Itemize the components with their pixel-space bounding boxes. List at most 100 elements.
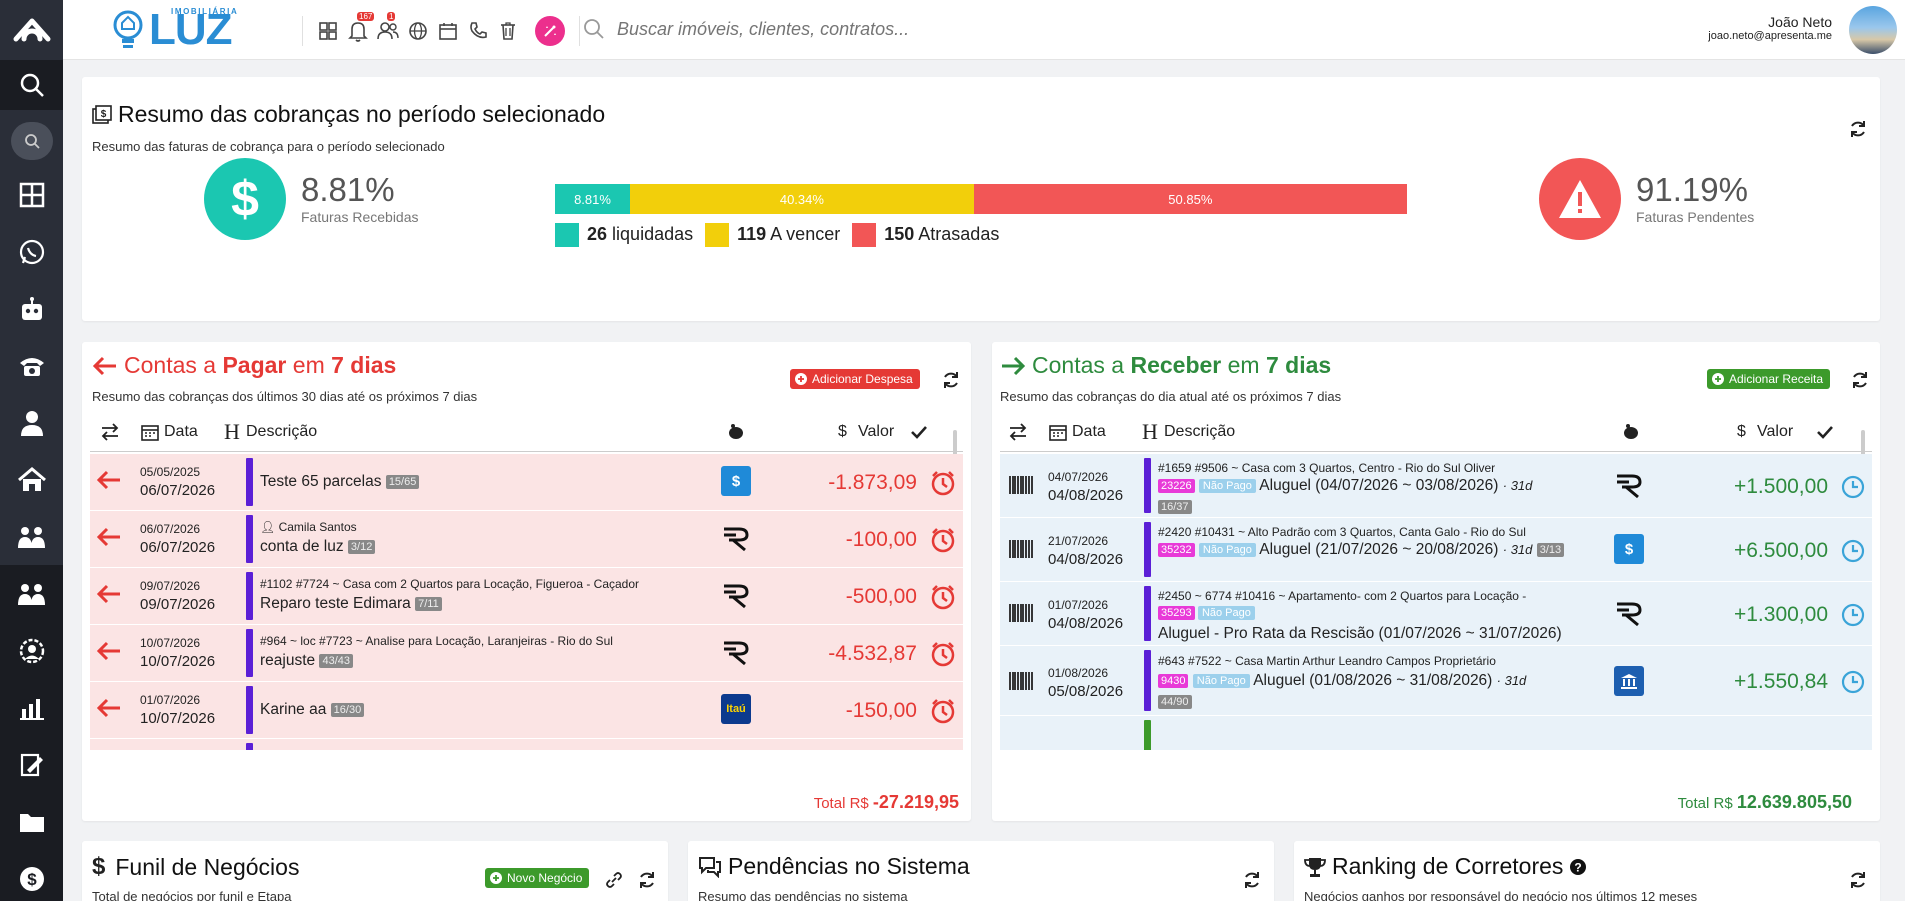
search-icon (24, 134, 40, 149)
refresh-icon[interactable] (1242, 870, 1262, 890)
issue-date: 04/07/2026 (1048, 470, 1109, 484)
category-bar (246, 743, 253, 750)
pagar-rows: 05/05/2025 06/07/2026 Teste 65 parcelas … (90, 454, 963, 750)
due-date: 10/07/2026 (140, 710, 216, 727)
due-date: 10/07/2026 (140, 653, 216, 670)
add-expense-button[interactable]: Adicionar Despesa (790, 369, 920, 389)
table-row[interactable]: 01/08/2026 05/08/2026 #643 #7522 ~ Casa … (1000, 646, 1872, 716)
table-row[interactable] (90, 739, 963, 750)
search-icon[interactable] (0, 60, 63, 110)
add-income-button[interactable]: Adicionar Receita (1707, 369, 1831, 389)
search-input[interactable] (617, 18, 977, 40)
refresh-icon[interactable] (1850, 370, 1870, 390)
table-row[interactable]: 01/07/2026 10/07/2026 Karine aa 16/30 It… (90, 682, 963, 739)
phone-icon[interactable] (0, 337, 63, 394)
contract-icon[interactable] (0, 736, 63, 793)
status-tags: 35293 Não Pago (1158, 605, 1255, 620)
table-row[interactable]: 10/07/2026 10/07/2026 #964 ~ loc #7723 ~… (90, 625, 963, 682)
dollar-circle-icon[interactable]: $ (0, 850, 63, 901)
clock-pending-icon[interactable] (1840, 538, 1866, 564)
due-date: 05/08/2026 (1048, 683, 1124, 700)
trash-icon[interactable] (497, 19, 519, 43)
sidebar: $ (0, 0, 63, 901)
category-bar (246, 572, 253, 620)
user-tie-icon[interactable] (0, 394, 63, 451)
due-date: 06/07/2026 (140, 482, 216, 499)
divider (302, 16, 303, 46)
clock-pending-icon[interactable] (1840, 669, 1866, 695)
r-logo-icon (724, 527, 749, 552)
grid-icon[interactable] (317, 19, 339, 43)
heading-icon: H (1142, 418, 1158, 444)
new-deal-button[interactable]: Novo Negócio (485, 868, 590, 888)
help-icon[interactable]: ? (1569, 858, 1587, 876)
table-row[interactable]: 09/07/2026 09/07/2026 #1102 #7724 ~ Casa… (90, 568, 963, 625)
col-valor: Valor (1757, 422, 1794, 440)
phone-icon[interactable] (467, 19, 489, 43)
users-icon[interactable] (0, 508, 63, 565)
issue-date: 21/07/2026 (1048, 534, 1109, 548)
table-row[interactable]: 01/07/2026 04/08/2026 #2450 ~ 6774 #1041… (1000, 582, 1872, 646)
user-gear-icon[interactable] (0, 622, 63, 679)
pagar-table-header: Data H Descrição $ Valor (90, 412, 963, 452)
description: Karine aa 16/30 (260, 701, 365, 719)
team-icon[interactable] (0, 565, 63, 622)
invoice-money-icon: $ (92, 104, 112, 124)
users-icon[interactable]: 1 (377, 12, 399, 43)
exchange-icon (1009, 422, 1027, 441)
bell-icon[interactable]: 167 (347, 12, 375, 43)
calendar-icon[interactable] (437, 19, 459, 43)
home-cloud-icon[interactable] (0, 0, 63, 60)
receber-total: Total R$ 12.639.805,50 (1677, 792, 1852, 812)
exchange-icon (101, 422, 119, 441)
avatar[interactable] (1849, 6, 1897, 54)
clock-pending-icon[interactable] (1840, 474, 1866, 500)
clock-overdue-icon[interactable] (930, 698, 956, 724)
globe-icon[interactable] (407, 19, 429, 43)
barcode-icon[interactable] (1008, 602, 1034, 624)
refresh-icon[interactable] (1848, 119, 1868, 139)
robot-icon[interactable] (0, 280, 63, 337)
installment-tag: 44/90 (1158, 694, 1192, 709)
refresh-icon[interactable] (1848, 870, 1868, 890)
link-icon[interactable] (605, 871, 623, 889)
table-row[interactable]: 05/05/2025 06/07/2026 Teste 65 parcelas … (90, 454, 963, 511)
table-row[interactable]: 21/07/2026 04/08/2026 #2420 #10431 ~ Alt… (1000, 518, 1872, 582)
col-data: Data (1072, 422, 1106, 440)
barcode-icon[interactable] (1008, 670, 1034, 692)
col-valor: Valor (858, 422, 895, 440)
funil-title: Funil de Negócios (115, 853, 300, 880)
brand-logo[interactable]: IMOBILIÁRIA LUZ (111, 7, 237, 53)
clock-overdue-icon[interactable] (930, 527, 956, 553)
home-icon[interactable] (0, 451, 63, 508)
barcode-icon[interactable] (1008, 474, 1034, 496)
clock-pending-icon[interactable] (1840, 602, 1866, 628)
category-bar (246, 686, 253, 734)
user-info[interactable]: João Neto joao.neto@apresenta.me (1708, 14, 1832, 42)
magic-assistant-button[interactable] (535, 16, 565, 46)
refresh-icon[interactable] (637, 870, 657, 890)
pagar-total: Total R$ -27.219,95 (813, 792, 959, 812)
folder-icon[interactable] (0, 793, 63, 850)
table-row[interactable]: 06/07/2026 06/07/2026 👤︎ Camila Santos c… (90, 511, 963, 568)
divider (579, 16, 580, 46)
amount: +1.300,00 (1733, 603, 1828, 626)
issue-date: 01/07/2026 (1048, 598, 1109, 612)
dashboard-icon[interactable] (0, 166, 63, 223)
clock-overdue-icon[interactable] (930, 641, 956, 667)
clock-overdue-icon[interactable] (930, 470, 956, 496)
whatsapp-icon[interactable] (0, 223, 63, 280)
table-row[interactable]: 04/07/2026 04/08/2026 #1659 #9506 ~ Casa… (1000, 454, 1872, 518)
plus-circle-icon (1712, 373, 1724, 385)
refresh-icon[interactable] (941, 370, 961, 390)
table-row[interactable] (1000, 716, 1872, 750)
contract-info: #2450 ~ 6774 #10416 ~ Apartamento- com 2… (1158, 589, 1527, 603)
piggy-bank-icon (1624, 423, 1638, 439)
col-descricao: Descrição (1164, 422, 1236, 440)
issue-date: 06/07/2026 (140, 522, 201, 536)
sidebar-search-pill[interactable] (10, 122, 53, 160)
chart-icon[interactable] (0, 679, 63, 736)
barcode-icon[interactable] (1008, 538, 1034, 560)
amount: -150,00 (845, 699, 917, 722)
clock-overdue-icon[interactable] (930, 584, 956, 610)
